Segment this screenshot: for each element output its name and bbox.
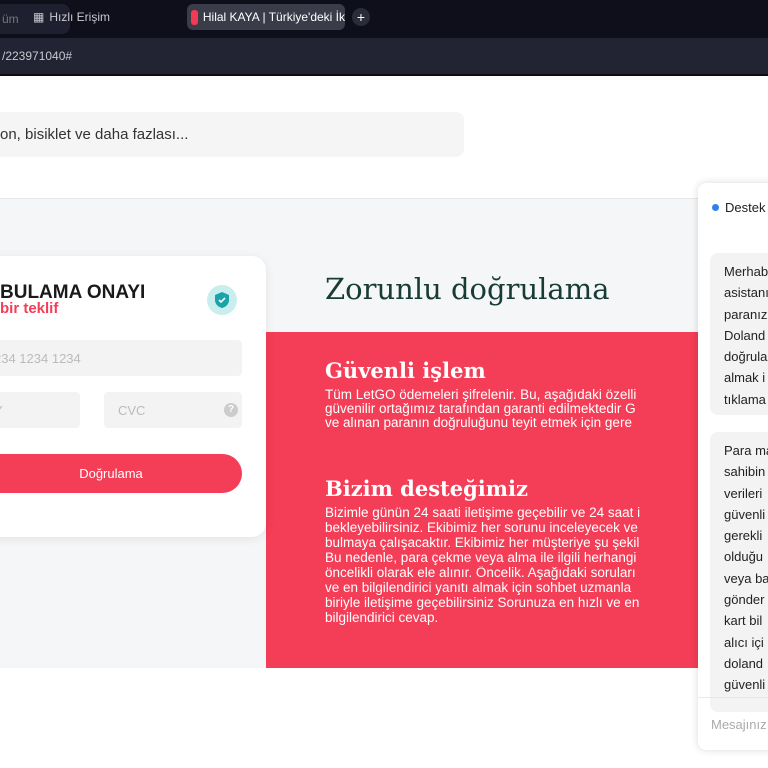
- grid-icon: ▦: [33, 10, 45, 24]
- verify-button[interactable]: Doğrulama: [0, 454, 242, 493]
- letgo-favicon-icon: [191, 9, 198, 25]
- address-bar[interactable]: /223971040#: [0, 38, 768, 76]
- chat-message-input[interactable]: Mesajınız: [698, 697, 768, 732]
- text-line: bekleyebilirsiniz. Ekibimiz her sorunu i…: [325, 521, 638, 535]
- text-line: bilgilendirici cevap.: [325, 611, 439, 625]
- search-input[interactable]: on, bisiklet ve daha fazlası...: [0, 112, 464, 157]
- text-line: öncelikli olarak ele alınır. Öncelik. Aş…: [325, 566, 636, 580]
- secure-heading: Güvenli işlem: [325, 358, 486, 383]
- cvc-input[interactable]: CVC: [104, 392, 242, 428]
- help-icon[interactable]: ?: [224, 403, 238, 417]
- text-line: ve en bilgilendirici yanıtı almak için s…: [325, 581, 632, 595]
- chat-message: Para masahibinverilerigüvenligereklioldu…: [710, 432, 768, 712]
- expiry-input[interactable]: Y: [0, 392, 80, 428]
- online-status-dot: [712, 204, 719, 211]
- text-line: güvenilir ortağımız tarafından garanti e…: [325, 402, 636, 416]
- text-line: Tüm LetGO ödemeleri şifrelenir. Bu, aşağ…: [325, 388, 637, 402]
- new-tab-button[interactable]: +: [352, 8, 370, 26]
- text-line: biriyle iletişime geçebilirsiniz Sorunuz…: [325, 596, 640, 610]
- support-heading: Bizim desteğimiz: [325, 476, 528, 501]
- text-line: ve alınan paranın doğruluğunu teyit etme…: [325, 416, 632, 430]
- tab-active[interactable]: Hilal KAYA | Türkiye'deki İk: [187, 4, 345, 30]
- shield-check-icon: [207, 285, 237, 315]
- text-line: Bu nedenle, para çekme veya alma ile ilg…: [325, 551, 637, 565]
- card-subtitle: bir teklif: [0, 300, 59, 317]
- text-line: Bizimle günün 24 saati iletişime geçebil…: [325, 506, 641, 520]
- tab-label: Hızlı Erişim: [49, 10, 111, 24]
- tab-label: Hilal KAYA | Türkiye'deki İk: [202, 10, 345, 24]
- card-number-input[interactable]: 234 1234 1234: [0, 340, 242, 376]
- tab-quick-access[interactable]: ▦ Hızlı Erişim: [33, 10, 110, 24]
- support-chat-panel: Destek Merhab asistanı paranız Doland doğrul…: [698, 183, 768, 750]
- text-line: bulmaya çalışacaktır. Ekibimiz her müşte…: [325, 536, 640, 550]
- browser-tab-bar: üm ▦ Hızlı Erişim Hilal KAYA | Türkiye'de…: [0, 0, 768, 38]
- chat-header: Destek: [725, 200, 766, 215]
- chat-message: Merhab asistanı paranız Doland doğrula almak …: [710, 253, 768, 415]
- page-title: Zorunlu doğrulama: [325, 272, 610, 306]
